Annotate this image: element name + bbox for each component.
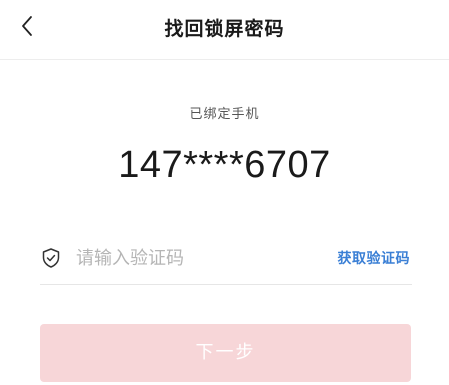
page-title: 找回锁屏密码 — [164, 18, 285, 40]
shield-check-icon — [42, 248, 60, 268]
bound-phone-label: 已绑定手机 — [189, 107, 260, 122]
header-divider — [0, 59, 449, 60]
verification-code-row: 获取验证码 — [40, 235, 412, 283]
get-code-button[interactable]: 获取验证码 — [338, 248, 411, 268]
top-bar: 找回锁屏密码 — [0, 0, 449, 58]
verification-code-input[interactable] — [76, 243, 316, 273]
bound-phone-number: 147****6707 — [118, 144, 331, 186]
next-button[interactable]: 下一步 — [40, 324, 411, 382]
input-underline — [40, 284, 412, 285]
